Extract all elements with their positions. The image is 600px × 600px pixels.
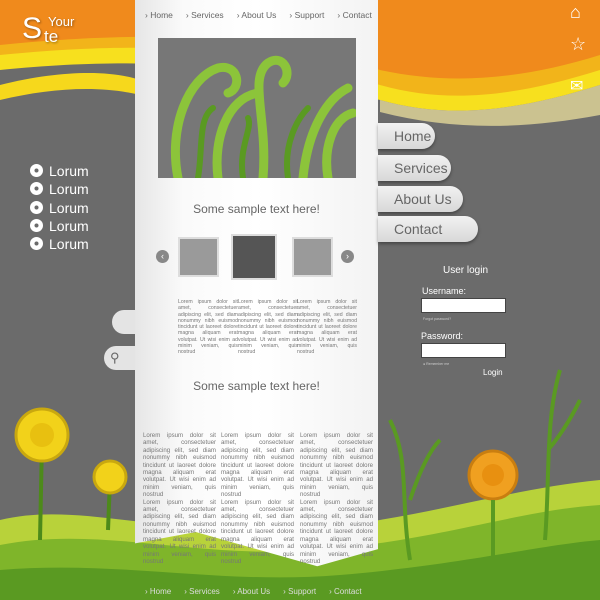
left-nav-item[interactable]: Lorum — [30, 235, 89, 253]
login-title: User login — [443, 265, 489, 276]
username-label: Username: — [422, 286, 467, 296]
sample-text-1: Some sample text here! — [193, 202, 320, 216]
username-field[interactable] — [421, 298, 506, 313]
left-nav-item[interactable]: Lorum — [30, 217, 89, 235]
remember-me-checkbox[interactable]: ● Remember me — [423, 362, 449, 366]
nav-support[interactable]: Support — [289, 10, 325, 20]
nav-contact[interactable]: Contact — [337, 10, 372, 20]
carousel-prev-button[interactable]: ‹ — [156, 250, 169, 263]
login-button[interactable]: Login — [483, 368, 503, 377]
password-field[interactable] — [421, 343, 506, 358]
carousel-thumb[interactable] — [292, 237, 333, 277]
mail-icon[interactable]: ✉ — [570, 76, 583, 96]
nav-about-us[interactable]: About Us — [237, 10, 276, 20]
home-icon[interactable]: ⌂ — [570, 2, 581, 23]
right-nav-home[interactable]: Home — [378, 123, 435, 149]
left-nav-item[interactable]: Lorum — [30, 199, 89, 217]
lorem-column: Lorem ipsum dolor sit amet, consectetuer… — [143, 432, 216, 565]
nav-services[interactable]: Services — [186, 10, 224, 20]
footer-support[interactable]: Support — [283, 587, 316, 596]
right-nav-services[interactable]: Services — [378, 155, 451, 181]
left-nav-item[interactable]: Lorum — [30, 180, 89, 198]
nav-home[interactable]: Home — [145, 10, 173, 20]
search-button[interactable]: ⚲ — [104, 346, 135, 370]
lorem-column: Lorem ipsum dolor sit amet, consectetuer… — [221, 432, 294, 565]
lorem-column: Lorem ipsum dolor sit amet, consectetuer… — [300, 432, 373, 565]
forgot-password-link[interactable]: Forgot password? — [423, 317, 451, 321]
sample-text-2: Some sample text here! — [193, 379, 320, 393]
footer-contact[interactable]: Contact — [329, 587, 362, 596]
carousel-thumb-active[interactable] — [231, 234, 277, 280]
password-label: Password: — [421, 331, 464, 341]
footer-about-us[interactable]: About Us — [233, 587, 270, 596]
star-icon[interactable]: ☆ — [570, 34, 586, 55]
footer-nav: Home Services About Us Support Contact — [145, 587, 362, 596]
lorem-column: Lorem ipsum dolor sit amet, consectetuer… — [297, 299, 357, 356]
carousel-next-button[interactable]: › — [341, 250, 354, 263]
right-nav-contact[interactable]: Contact — [378, 216, 478, 242]
footer-services[interactable]: Services — [184, 587, 220, 596]
hero-image — [158, 38, 356, 178]
top-nav: Home Services About Us Support Contact — [145, 10, 372, 20]
lorem-column: Lorem ipsum dolor sit amet, consectetuer… — [178, 299, 238, 356]
search-input[interactable] — [112, 310, 135, 334]
search-icon: ⚲ — [110, 350, 120, 365]
carousel-thumb[interactable] — [178, 237, 219, 277]
left-nav: Lorum Lorum Lorum Lorum Lorum — [30, 162, 89, 253]
right-nav-about-us[interactable]: About Us — [378, 186, 463, 212]
left-nav-item[interactable]: Lorum — [30, 162, 89, 180]
lorem-column: Lorem ipsum dolor sit amet, consectetuer… — [238, 299, 298, 356]
footer-home[interactable]: Home — [145, 587, 171, 596]
